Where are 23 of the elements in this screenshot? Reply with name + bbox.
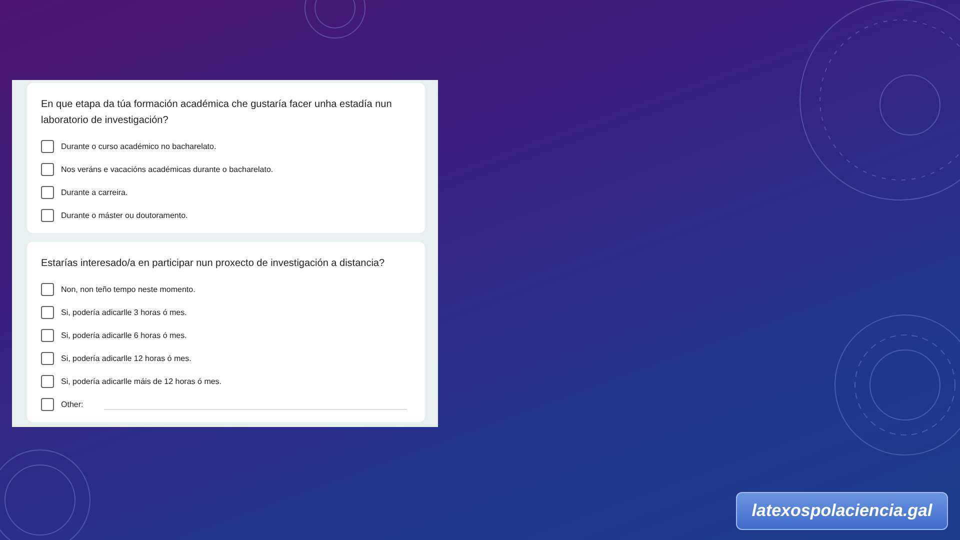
checkbox[interactable] <box>41 162 54 176</box>
option-label: Durante o curso académico no bacharelato. <box>61 142 216 150</box>
checkbox[interactable] <box>41 208 54 222</box>
option-label: Durante a carreira. <box>61 188 128 196</box>
checkbox[interactable] <box>41 352 54 364</box>
checkbox[interactable] <box>41 374 54 388</box>
checkbox[interactable] <box>41 186 54 198</box>
option-label: Si, podería adicarlle 6 horas ó mes. <box>61 330 187 340</box>
question-title: Estarías interesado/a en participar nun proxecto de investigación a distancia? <box>41 257 386 271</box>
option-label: Other: <box>61 400 84 408</box>
checkbox[interactable] <box>41 140 54 152</box>
question-title: En que etapa da túa formación académica che gustaría facer unha estadía nun laboratorio de investigación? <box>41 98 393 128</box>
site-badge: latexospolaciencia.gal <box>736 492 948 530</box>
checkbox[interactable] <box>41 282 54 296</box>
option-label: Non, non teño tempo neste momento. <box>61 284 196 294</box>
option-label: Si, podería adicarlle 3 horas ó mes. <box>61 308 187 316</box>
option-label: Durante o máster ou doutoramento. <box>61 210 188 220</box>
option-label: Si, podería adicarlle máis de 12 horas ó mes. <box>61 376 222 386</box>
option-label: Nos veráns e vacacións académicas durante o bacharelato. <box>61 164 274 174</box>
checkbox[interactable] <box>41 306 54 318</box>
checkbox[interactable] <box>41 328 54 342</box>
checkbox[interactable] <box>41 398 54 410</box>
option-label: Si, podería adicarlle 12 horas ó mes. <box>61 354 192 362</box>
